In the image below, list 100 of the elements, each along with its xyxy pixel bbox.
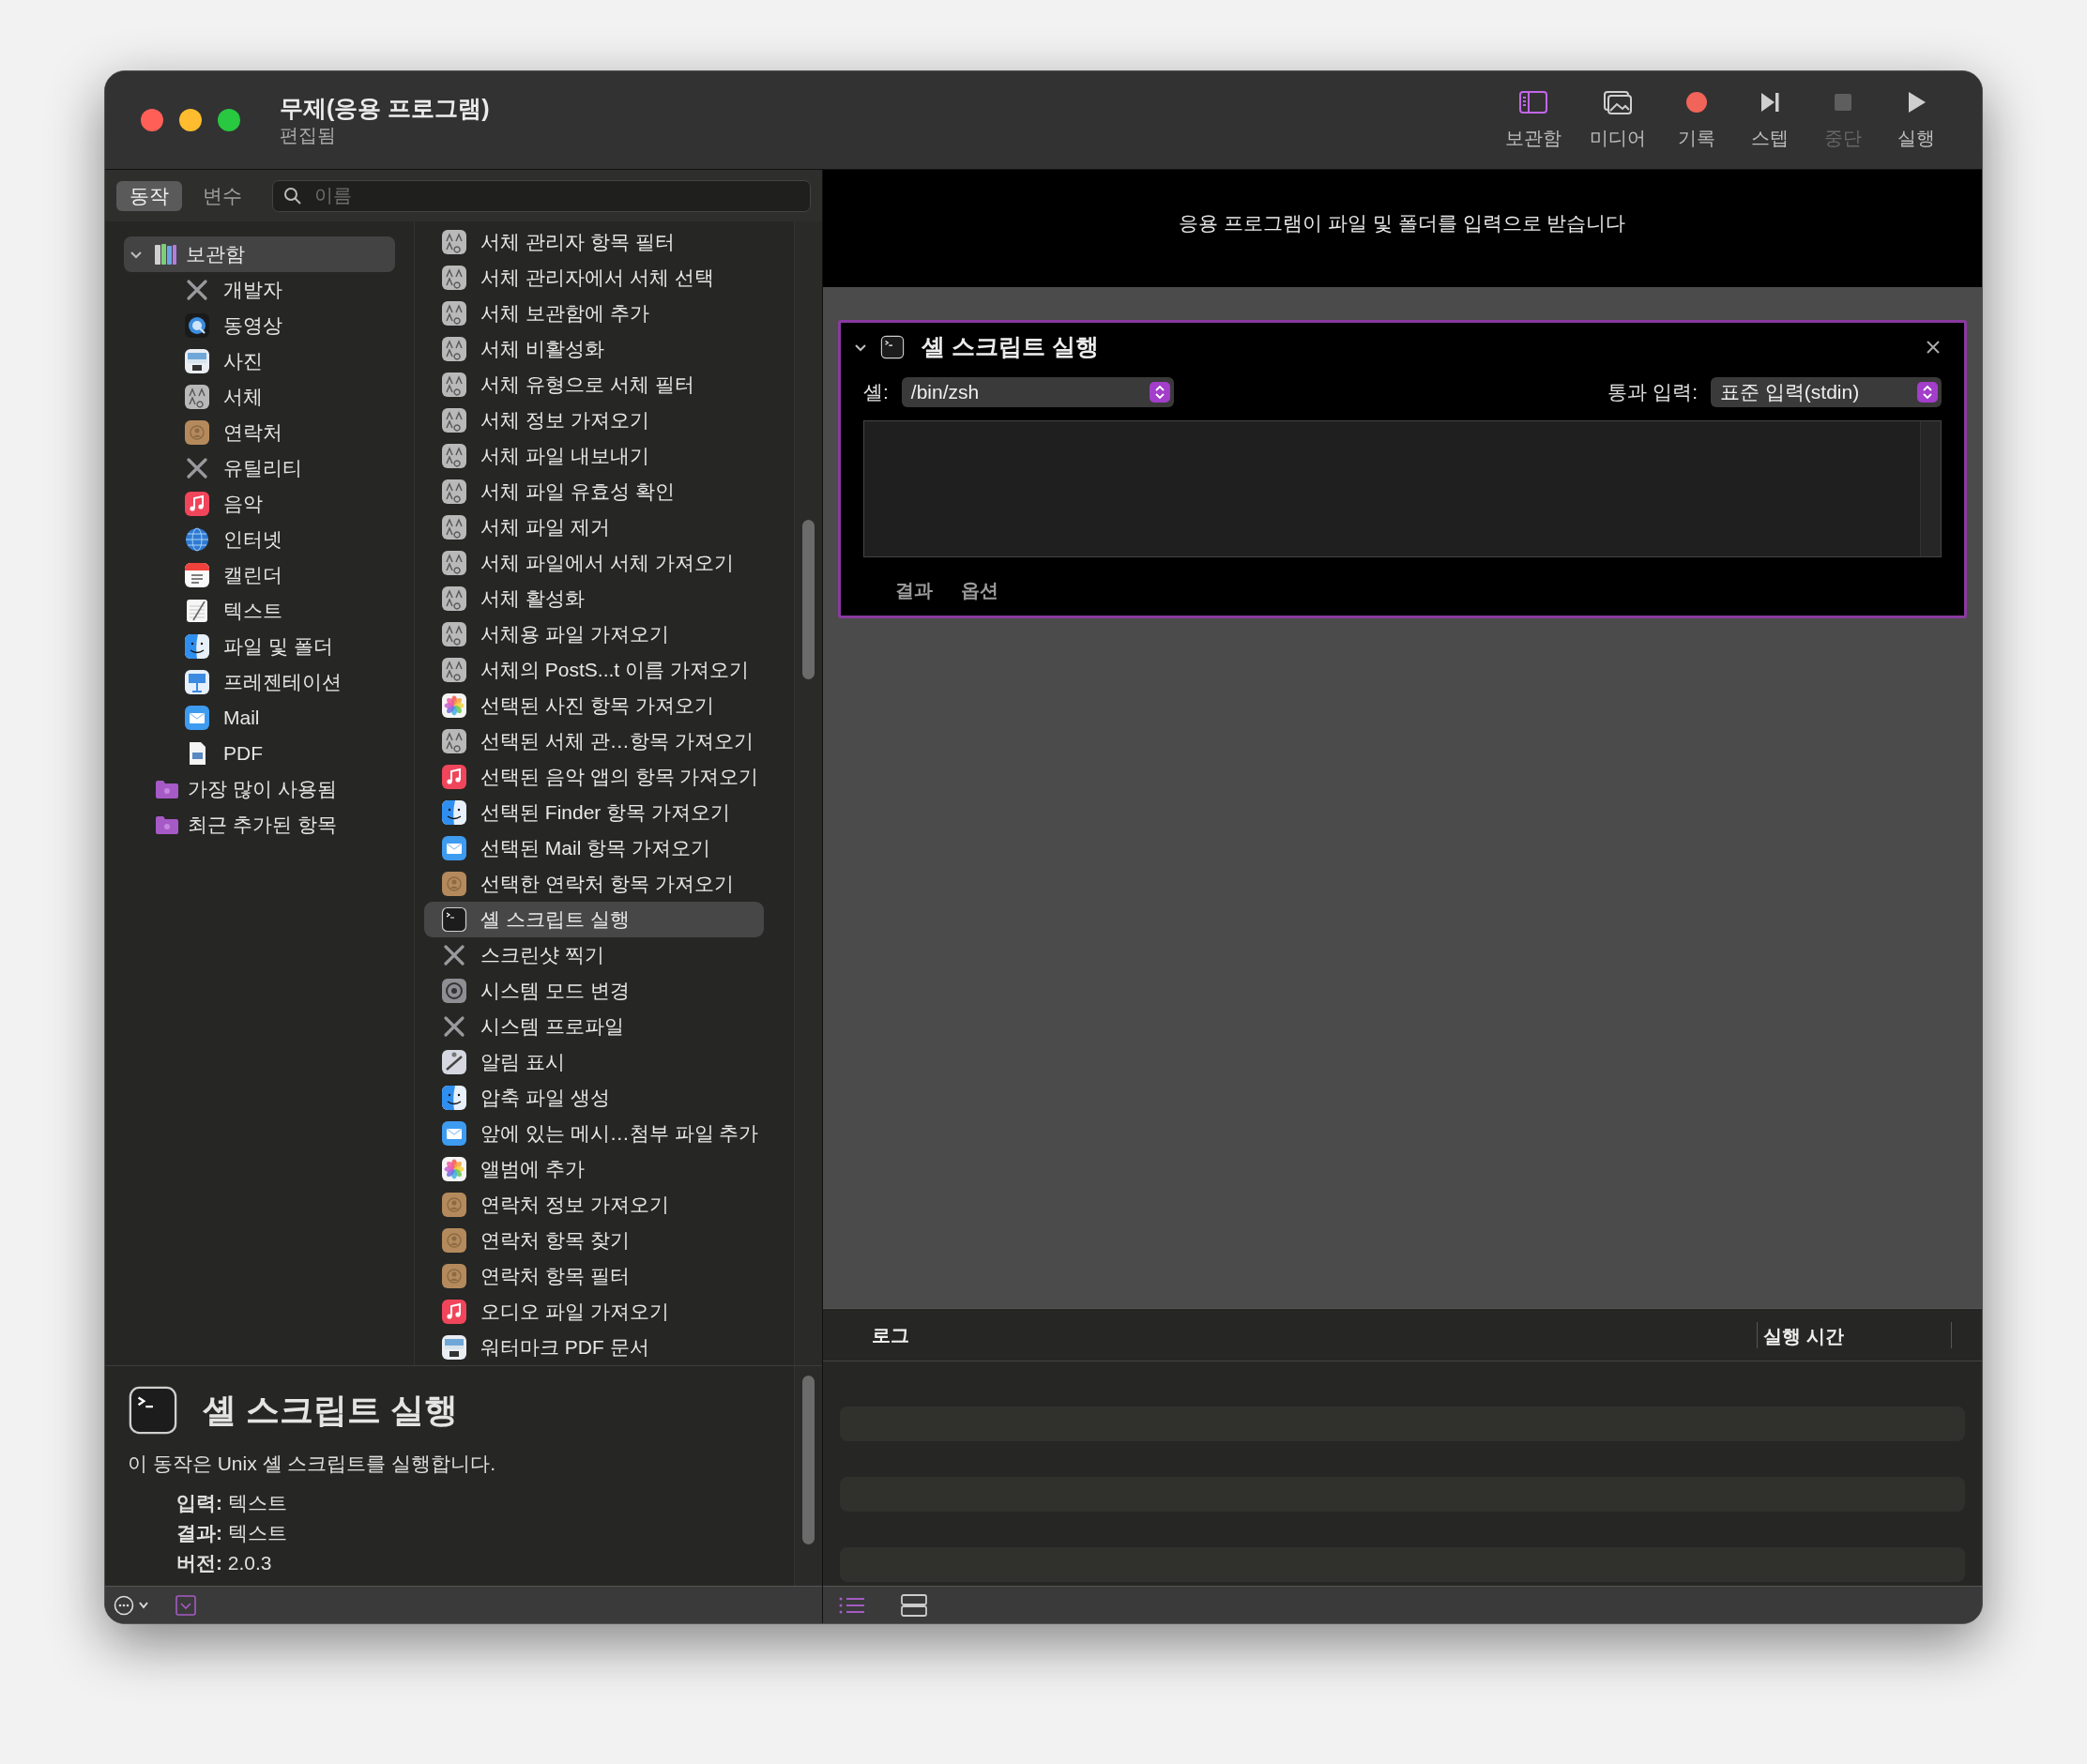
card-tab[interactable]: 옵션: [961, 576, 998, 604]
tab[interactable]: 변수: [190, 180, 255, 211]
envelope-icon: [184, 705, 210, 731]
sidebar-item[interactable]: 음악: [124, 486, 395, 522]
action-item[interactable]: 선택된 음악 앱의 항목 가져오기: [424, 759, 764, 795]
sidebar-item[interactable]: 인터넷: [124, 522, 395, 557]
books-icon: [152, 241, 178, 267]
column-header[interactable]: 실행 시간: [1757, 1321, 1952, 1348]
window-title: 무제(응용 프로그램): [280, 94, 490, 123]
font-book-icon: [441, 657, 467, 683]
scrollbar-thumb[interactable]: [802, 520, 815, 679]
card-tab[interactable]: 결과: [895, 576, 933, 604]
action-item[interactable]: 오디오 파일 가져오기: [424, 1294, 764, 1330]
font-book-icon: [441, 479, 467, 505]
description-toggle-icon[interactable]: [175, 1593, 197, 1617]
action-item[interactable]: 셸 스크립트 실행: [424, 902, 764, 937]
terminal-icon: [128, 1385, 178, 1436]
action-item[interactable]: 서체의 PostS...t 이름 가져오기: [424, 652, 764, 688]
action-item[interactable]: 선택된 사진 항목 가져오기: [424, 688, 764, 723]
action-item[interactable]: 연락처 항목 필터: [424, 1258, 764, 1294]
action-item[interactable]: 연락처 정보 가져오기: [424, 1187, 764, 1223]
sidebar-item[interactable]: 파일 및 폴더: [124, 629, 395, 664]
sidebar-item[interactable]: 사진: [124, 343, 395, 379]
toolbar-button[interactable]: 미디어: [1586, 88, 1650, 152]
detail-text: 버전: 2.0.3: [176, 1550, 273, 1575]
action-item[interactable]: 워터마크 PDF 문서: [424, 1330, 764, 1365]
minimize-window-button[interactable]: [179, 109, 202, 131]
close-icon[interactable]: [1925, 339, 1942, 356]
detail-text: 결과: 텍스트: [176, 1520, 288, 1545]
action-item[interactable]: 서체 관리자에서 서체 선택: [424, 260, 764, 296]
zoom-window-button[interactable]: [218, 109, 240, 131]
close-window-button[interactable]: [141, 109, 163, 131]
notepad-icon: [184, 598, 210, 624]
action-item[interactable]: 서체 관리자 항목 필터: [424, 224, 764, 260]
stepper-icon: [1916, 381, 1939, 403]
action-item[interactable]: 앞에 있는 메시…첨부 파일 추가: [424, 1116, 764, 1151]
font-book-icon: [441, 300, 467, 327]
font-book-icon: [441, 621, 467, 647]
tab[interactable]: 동작: [116, 180, 182, 211]
sidebar-item[interactable]: 보관함: [124, 236, 395, 272]
sidebar-item[interactable]: 가장 많이 사용됨: [124, 771, 395, 807]
action-item[interactable]: 서체 파일 내보내기: [424, 438, 764, 474]
action-item[interactable]: 선택된 Mail 항목 가져오기: [424, 830, 764, 866]
action-item[interactable]: 시스템 모드 변경: [424, 973, 764, 1009]
toolbar-button[interactable]: 실행: [1890, 88, 1942, 152]
action-item[interactable]: 서체용 파일 가져오기: [424, 616, 764, 652]
action-item[interactable]: 선택된 Finder 항목 가져오기: [424, 795, 764, 830]
action-item[interactable]: 앨범에 추가: [424, 1151, 764, 1187]
photo-viewer-icon: [184, 348, 210, 374]
flower-icon: [441, 692, 467, 719]
search-icon: [283, 186, 302, 205]
shell-popup[interactable]: /bin/zsh: [901, 377, 1174, 407]
action-item[interactable]: 서체 파일에서 서체 가져오기: [424, 545, 764, 581]
sidebar-item[interactable]: PDF: [124, 736, 395, 771]
font-book-icon: [441, 372, 467, 398]
action-item[interactable]: 서체 파일 제거: [424, 509, 764, 545]
pass-input-popup[interactable]: 표준 입력(stdin): [1711, 377, 1942, 407]
font-book-icon: [441, 229, 467, 255]
sidebar-item[interactable]: 서체: [124, 379, 395, 415]
font-book-icon: [441, 265, 467, 291]
flower-icon: [441, 1156, 467, 1182]
action-item[interactable]: 시스템 프로파일: [424, 1009, 764, 1044]
action-item[interactable]: 알림 표시: [424, 1044, 764, 1080]
action-item[interactable]: 서체 정보 가져오기: [424, 403, 764, 438]
toolbar-button[interactable]: 기록: [1670, 88, 1723, 152]
sidebar-item[interactable]: 동영상: [124, 308, 395, 343]
split-view-icon[interactable]: [900, 1592, 928, 1618]
sidebar-item[interactable]: 연락처: [124, 415, 395, 450]
globe-icon: [184, 526, 210, 553]
sidebar-item[interactable]: 최근 추가된 항목: [124, 807, 395, 843]
music-note-icon: [441, 1299, 467, 1325]
music-note-icon: [184, 491, 210, 517]
sidebar-item[interactable]: 텍스트: [124, 593, 395, 629]
contact-card-icon: [441, 1192, 467, 1218]
toolbar-button[interactable]: 보관함: [1501, 88, 1565, 152]
sidebar-icon: [1517, 88, 1549, 116]
terminal-icon: [441, 906, 467, 933]
action-item[interactable]: 서체 보관함에 추가: [424, 296, 764, 331]
action-item[interactable]: 서체 파일 유효성 확인: [424, 474, 764, 509]
sidebar-item[interactable]: Mail: [124, 700, 395, 736]
action-item[interactable]: 서체 비활성화: [424, 331, 764, 367]
search-field[interactable]: 이름: [272, 179, 811, 212]
contact-card-icon: [184, 419, 210, 446]
column-header[interactable]: 로그: [823, 1320, 1757, 1349]
action-item[interactable]: 서체 활성화: [424, 581, 764, 616]
scrollbar-thumb[interactable]: [802, 1376, 815, 1544]
action-item[interactable]: 서체 유형으로 서체 필터: [424, 367, 764, 403]
sidebar-item[interactable]: 캘린더: [124, 557, 395, 593]
sidebar-item[interactable]: 유틸리티: [124, 450, 395, 486]
contact-card-icon: [441, 871, 467, 897]
sidebar-item[interactable]: 프레젠테이션: [124, 664, 395, 700]
action-item[interactable]: 선택된 서체 관…항목 가져오기: [424, 723, 764, 759]
window-subtitle: 편집됨: [280, 124, 337, 147]
toolbar-button[interactable]: 스텝: [1744, 88, 1796, 152]
action-item[interactable]: 스크린샷 찍기: [424, 937, 764, 973]
sidebar-item[interactable]: 개발자: [124, 272, 395, 308]
action-item[interactable]: 연락처 항목 찾기: [424, 1223, 764, 1258]
action-item[interactable]: 선택한 연락처 항목 가져오기: [424, 866, 764, 902]
contact-card-icon: [441, 1227, 467, 1254]
action-item[interactable]: 압축 파일 생성: [424, 1080, 764, 1116]
